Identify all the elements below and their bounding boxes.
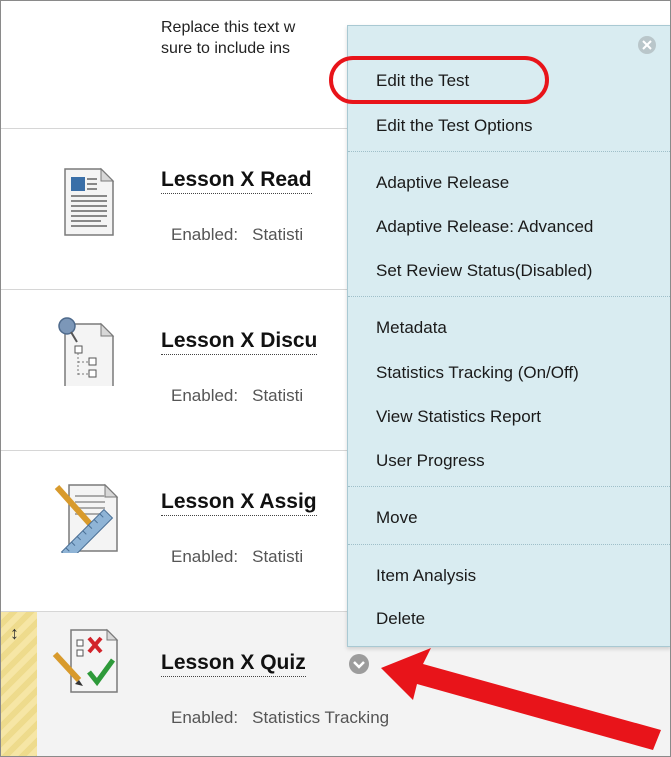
status-value: Statisti [252,225,304,244]
status-label: Enabled: [171,225,239,244]
item-status: Enabled: Statisti [171,547,303,567]
assignment-icon [54,483,119,553]
document-icon [64,167,115,236]
item-status: Enabled: Statisti [171,386,303,406]
quiz-icon [52,628,119,693]
item-title-link[interactable]: Lesson X Read [161,167,312,194]
item-title-link[interactable]: Lesson X Discu [161,328,318,355]
menu-item-view-statistics-report[interactable]: View Statistics Report [376,407,541,427]
menu-item-adaptive-release[interactable]: Adaptive Release [376,173,509,193]
item-title-link[interactable]: Lesson X Quiz [161,650,306,677]
options-menu-button[interactable] [349,654,369,674]
annotation-highlight-oval [329,56,549,104]
menu-item-move[interactable]: Move [376,508,418,528]
menu-separator [348,151,670,152]
item-status: Enabled: Statistics Tracking [171,708,389,728]
status-label: Enabled: [171,708,239,727]
item-title-link[interactable]: Lesson X Assig [161,489,317,516]
status-value: Statisti [252,386,304,405]
drag-handle-icon[interactable]: ↕ [10,624,19,642]
menu-item-item-analysis[interactable]: Item Analysis [376,566,476,586]
status-value: Statisti [252,547,304,566]
content-list: Replace this text w sure to include ins … [0,0,671,757]
drag-strip[interactable]: ↕ [1,612,37,756]
menu-item-statistics-tracking[interactable]: Statistics Tracking (On/Off) [376,363,579,383]
annotation-arrow-icon [381,648,661,750]
menu-item-set-review-status[interactable]: Set Review Status(Disabled) [376,261,592,281]
menu-separator [348,486,670,487]
close-icon[interactable] [638,36,656,54]
discussion-icon [58,317,115,386]
menu-item-edit-test-options[interactable]: Edit the Test Options [376,116,533,136]
status-value: Statistics Tracking [252,708,390,727]
menu-item-adaptive-release-advanced[interactable]: Adaptive Release: Advanced [376,217,593,237]
menu-item-user-progress[interactable]: User Progress [376,451,485,471]
menu-item-delete[interactable]: Delete [376,609,425,629]
item-status: Enabled: Statisti [171,225,303,245]
status-label: Enabled: [171,386,239,405]
context-menu: Edit the Test Edit the Test Options Adap… [347,25,670,647]
status-label: Enabled: [171,547,239,566]
menu-item-metadata[interactable]: Metadata [376,318,447,338]
menu-separator [348,544,670,545]
menu-separator [348,296,670,297]
chevron-down-icon [353,661,365,669]
